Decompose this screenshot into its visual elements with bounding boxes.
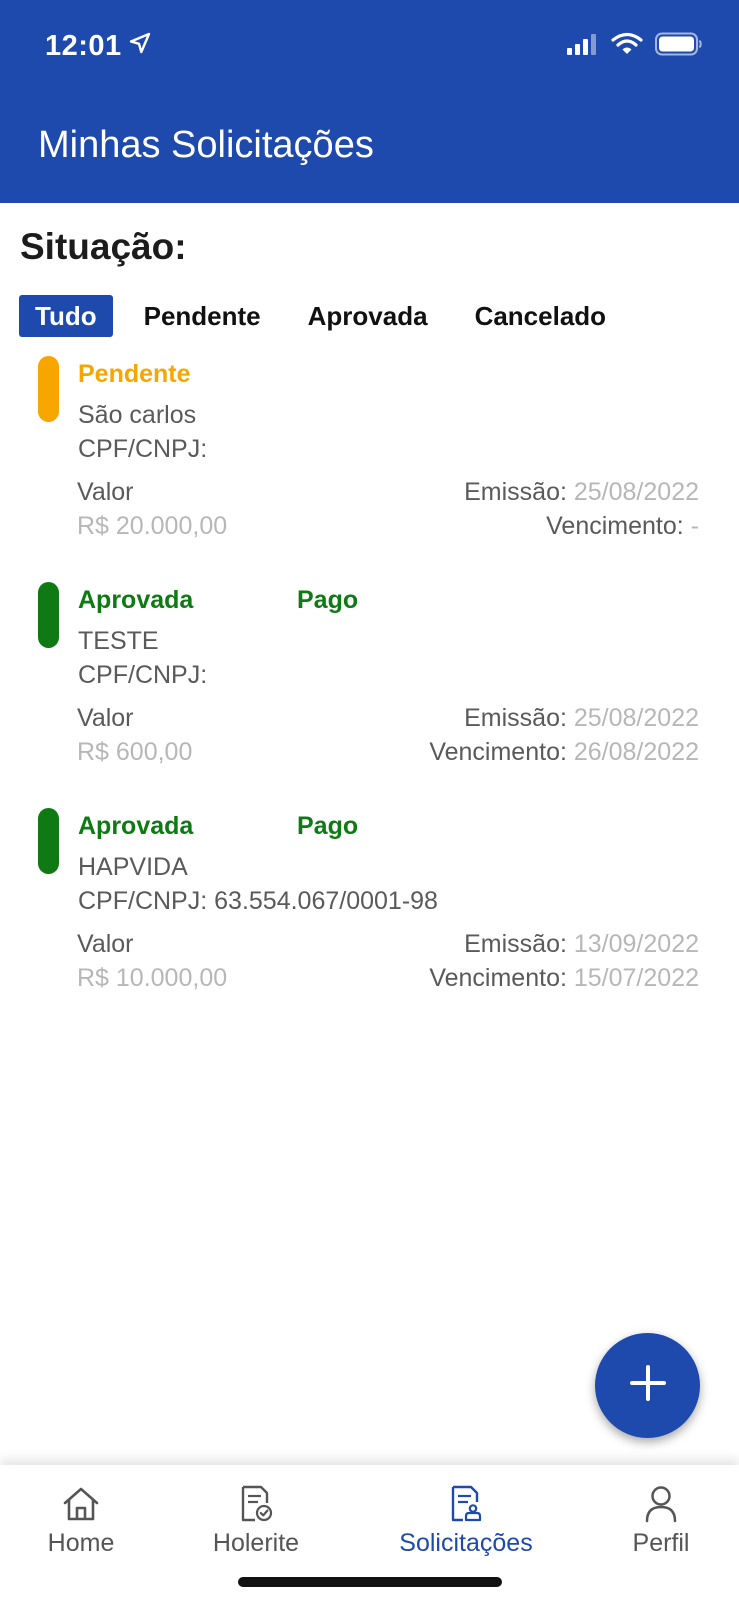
status-indicator <box>38 582 59 648</box>
wifi-icon <box>611 32 643 61</box>
request-card[interactable]: Aprovada Pago HAPVIDA CPF/CNPJ: 63.554.0… <box>0 808 739 1018</box>
emissao-label: Emissão: <box>464 930 567 958</box>
emissao-label: Emissão: <box>464 704 567 732</box>
request-card[interactable]: Aprovada Pago TESTE CPF/CNPJ: Valor R$ 6… <box>0 582 739 792</box>
doc-number: 63.554.067/0001-98 <box>214 887 438 915</box>
vencimento-date: 15/07/2022 <box>573 964 699 992</box>
battery-icon <box>655 32 703 61</box>
emissao-label: Emissão: <box>464 478 567 506</box>
filter-aprovada[interactable]: Aprovada <box>292 295 444 337</box>
request-name: São carlos <box>78 401 197 429</box>
vencimento-label: Vencimento: <box>429 738 567 766</box>
request-vencimento: Vencimento: 26/08/2022 <box>429 738 699 767</box>
request-vencimento: Vencimento: - <box>546 512 699 541</box>
status-bar-time: 12:01 <box>45 30 152 63</box>
request-status: Aprovada <box>78 586 194 614</box>
emissao-date: 25/08/2022 <box>573 704 699 732</box>
emissao-date: 25/08/2022 <box>573 478 699 506</box>
vencimento-label: Vencimento: <box>546 512 684 540</box>
plus-icon <box>628 1363 668 1408</box>
requests-icon <box>449 1485 483 1523</box>
tab-perfil-label: Perfil <box>632 1529 690 1557</box>
doc-label: CPF/CNPJ: <box>78 887 208 915</box>
request-doc: CPF/CNPJ: <box>78 435 207 464</box>
vencimento-date: - <box>690 512 699 540</box>
profile-icon <box>644 1485 678 1523</box>
payslip-icon <box>239 1485 273 1523</box>
request-status: Aprovada <box>78 812 194 840</box>
payment-status: Pago <box>297 586 359 614</box>
valor-label: Valor <box>77 930 134 958</box>
doc-label: CPF/CNPJ: <box>78 661 208 689</box>
filter-tudo[interactable]: Tudo <box>19 295 113 337</box>
home-icon <box>62 1485 100 1523</box>
home-indicator <box>238 1577 502 1587</box>
payment-status: Pago <box>297 812 359 840</box>
doc-label: CPF/CNPJ: <box>78 435 208 463</box>
app-header: 12:01 Minhas Solicitações <box>0 0 739 203</box>
request-valor: R$ 20.000,00 <box>77 512 228 540</box>
request-vencimento: Vencimento: 15/07/2022 <box>429 964 699 993</box>
page-title: Minhas Solicitações <box>38 124 374 166</box>
filter-cancelado[interactable]: Cancelado <box>459 295 623 337</box>
request-status: Pendente <box>78 360 191 388</box>
status-indicator <box>38 356 59 422</box>
valor-label: Valor <box>77 478 134 506</box>
vencimento-date: 26/08/2022 <box>573 738 699 766</box>
filter-pendente[interactable]: Pendente <box>128 295 277 337</box>
tab-home[interactable]: Home <box>30 1465 132 1600</box>
signal-icon <box>567 33 599 60</box>
vencimento-label: Vencimento: <box>429 964 567 992</box>
request-doc: CPF/CNPJ: 63.554.067/0001-98 <box>78 887 438 916</box>
request-name: HAPVIDA <box>78 853 188 881</box>
request-emissao: Emissão: 13/09/2022 <box>464 930 699 959</box>
tab-holerite-label: Holerite <box>212 1529 300 1557</box>
add-request-button[interactable] <box>595 1333 700 1438</box>
location-arrow-icon <box>128 30 152 63</box>
status-filter-tabs: Tudo Pendente Aprovada Cancelado <box>19 295 622 337</box>
request-emissao: Emissão: 25/08/2022 <box>464 704 699 733</box>
request-name: TESTE <box>78 627 159 655</box>
status-bar-icons <box>567 32 703 61</box>
request-card[interactable]: Pendente São carlos CPF/CNPJ: Valor R$ 2… <box>0 356 739 566</box>
status-indicator <box>38 808 59 874</box>
emissao-date: 13/09/2022 <box>573 930 699 958</box>
valor-label: Valor <box>77 704 134 732</box>
request-valor: R$ 600,00 <box>77 738 193 766</box>
status-time-text: 12:01 <box>45 30 122 62</box>
tab-solicitacoes-label: Solicitações <box>399 1529 533 1557</box>
request-doc: CPF/CNPJ: <box>78 661 207 690</box>
request-emissao: Emissão: 25/08/2022 <box>464 478 699 507</box>
request-valor: R$ 10.000,00 <box>77 964 228 992</box>
tab-home-label: Home <box>47 1529 115 1557</box>
tab-perfil[interactable]: Perfil <box>614 1465 708 1600</box>
situacao-title: Situação: <box>20 226 187 267</box>
